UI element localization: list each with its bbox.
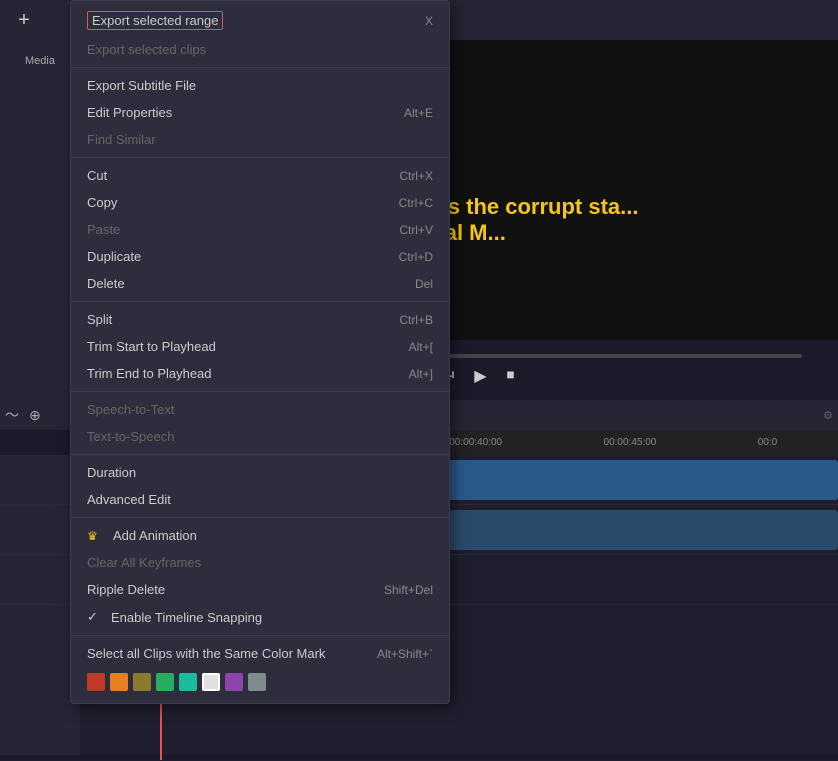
menu-item-speech-to-text: Speech-to-Text [71, 396, 449, 423]
text-to-speech-label: Text-to-Speech [87, 429, 174, 444]
timeline-snapping-label: Enable Timeline Snapping [111, 610, 262, 625]
menu-item-paste: Paste Ctrl+V [71, 216, 449, 243]
add-button[interactable]: + [10, 6, 38, 34]
add-animation-label: Add Animation [113, 528, 197, 543]
duplicate-shortcut: Ctrl+D [399, 250, 433, 264]
marker-5: 00:0 [758, 437, 777, 448]
menu-item-delete[interactable]: Delete Del [71, 270, 449, 297]
ripple-delete-label: Ripple Delete [87, 582, 165, 597]
menu-item-export-range[interactable]: Export selected range X [71, 5, 449, 36]
menu-item-duplicate[interactable]: Duplicate Ctrl+D [71, 243, 449, 270]
menu-item-find-similar: Find Similar [71, 126, 449, 153]
divider-4 [71, 391, 449, 392]
export-range-label: Export selected range [87, 11, 223, 30]
export-clips-label: Export selected clips [87, 42, 206, 57]
delete-shortcut: Del [415, 277, 433, 291]
menu-item-trim-end[interactable]: Trim End to Playhead Alt+] [71, 360, 449, 387]
trim-start-shortcut: Alt+[ [409, 340, 433, 354]
find-similar-label: Find Similar [87, 132, 156, 147]
cut-label: Cut [87, 168, 107, 183]
cut-shortcut: Ctrl+X [399, 169, 433, 183]
play-button[interactable]: ▶ [474, 366, 486, 386]
track-label-1 [0, 455, 80, 505]
menu-item-copy[interactable]: Copy Ctrl+C [71, 189, 449, 216]
swatch-red[interactable] [87, 673, 105, 691]
ripple-delete-shortcut: Shift+Del [384, 583, 433, 597]
edit-properties-shortcut: Alt+E [404, 106, 433, 120]
trim-end-label: Trim End to Playhead [87, 366, 212, 381]
split-label: Split [87, 312, 112, 327]
menu-item-text-to-speech: Text-to-Speech [71, 423, 449, 450]
trim-end-shortcut: Alt+] [409, 367, 433, 381]
paste-label: Paste [87, 222, 120, 237]
divider-2 [71, 157, 449, 158]
menu-item-export-subtitle[interactable]: Export Subtitle File [71, 72, 449, 99]
menu-item-edit-properties[interactable]: Edit Properties Alt+E [71, 99, 449, 126]
advanced-edit-label: Advanced Edit [87, 492, 171, 507]
edit-properties-label: Edit Properties [87, 105, 172, 120]
swatch-gray[interactable] [248, 673, 266, 691]
swatch-white[interactable] [202, 673, 220, 691]
export-range-shortcut: X [425, 14, 433, 28]
select-color-mark-label: Select all Clips with the Same Color Mar… [87, 646, 325, 661]
select-color-mark-shortcut: Alt+Shift+` [377, 647, 433, 661]
menu-item-trim-start[interactable]: Trim Start to Playhead Alt+[ [71, 333, 449, 360]
paste-shortcut: Ctrl+V [399, 223, 433, 237]
menu-item-ripple-delete[interactable]: Ripple Delete Shift+Del [71, 576, 449, 603]
duplicate-label: Duplicate [87, 249, 141, 264]
menu-item-advanced-edit[interactable]: Advanced Edit [71, 486, 449, 513]
trim-start-label: Trim Start to Playhead [87, 339, 216, 354]
menu-item-timeline-snapping[interactable]: ✓ Enable Timeline Snapping [71, 603, 449, 631]
track-label-2 [0, 505, 80, 555]
menu-item-split[interactable]: Split Ctrl+B [71, 306, 449, 333]
divider-7 [71, 635, 449, 636]
stop-button[interactable]: ⏹ [507, 367, 515, 385]
snap-icon[interactable]: ⊕ [29, 407, 41, 424]
delete-label: Delete [87, 276, 125, 291]
swatch-yellow[interactable] [133, 673, 151, 691]
track-label-3 [0, 555, 80, 605]
clear-keyframes-label: Clear All Keyframes [87, 555, 201, 570]
swatch-teal[interactable] [179, 673, 197, 691]
marker-3: 00:00:40:00 [449, 437, 502, 448]
export-subtitle-label: Export Subtitle File [87, 78, 196, 93]
menu-item-clear-keyframes: Clear All Keyframes [71, 549, 449, 576]
speech-to-text-label: Speech-to-Text [87, 402, 174, 417]
menu-item-cut[interactable]: Cut Ctrl+X [71, 162, 449, 189]
timeline-track-labels [0, 455, 80, 755]
menu-item-add-animation[interactable]: ♛ Add Animation [71, 522, 449, 549]
color-swatches [71, 667, 449, 699]
swatch-green[interactable] [156, 673, 174, 691]
divider-3 [71, 301, 449, 302]
menu-item-duration[interactable]: Duration [71, 459, 449, 486]
duration-label: Duration [87, 465, 136, 480]
divider-5 [71, 454, 449, 455]
crown-icon: ♛ [87, 529, 103, 543]
swatch-orange[interactable] [110, 673, 128, 691]
waveform-icon[interactable]: 〜 [5, 405, 19, 425]
context-menu: Export selected range X Export selected … [70, 0, 450, 704]
divider-6 [71, 517, 449, 518]
copy-label: Copy [87, 195, 117, 210]
menu-item-export-clips: Export selected clips [71, 36, 449, 63]
check-icon: ✓ [87, 609, 103, 625]
media-label: Media [25, 55, 55, 67]
menu-item-select-color-mark[interactable]: Select all Clips with the Same Color Mar… [71, 640, 449, 667]
swatch-purple[interactable] [225, 673, 243, 691]
divider-1 [71, 67, 449, 68]
split-shortcut: Ctrl+B [399, 313, 433, 327]
copy-shortcut: Ctrl+C [399, 196, 433, 210]
timeline-settings-icon[interactable]: ⚙ [823, 409, 833, 422]
marker-4: 00:00:45:00 [604, 437, 657, 448]
